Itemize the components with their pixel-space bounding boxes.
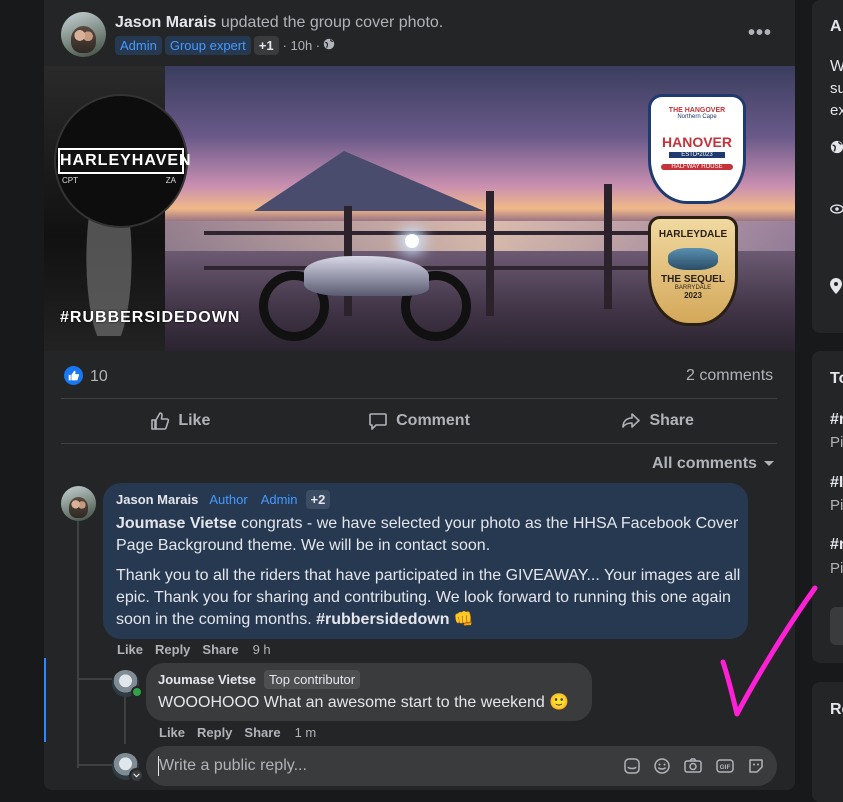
badge-more[interactable]: +1 xyxy=(253,36,279,55)
sidebar-see-all-button[interactable] xyxy=(830,607,843,645)
share-icon xyxy=(622,413,641,428)
thread-line-2 xyxy=(124,696,126,744)
share-button[interactable]: Share xyxy=(538,399,777,443)
sidebar-about-line1: W xyxy=(830,58,843,75)
sidebar-about-line3: ex xyxy=(830,102,843,119)
comment-author-avatar[interactable] xyxy=(61,486,96,521)
comment-2-author[interactable]: Joumase Vietse xyxy=(158,672,256,687)
caret-down-icon xyxy=(763,461,774,466)
eye-icon xyxy=(830,202,843,221)
sidebar-recent-title: Re xyxy=(830,701,843,718)
cover-photo[interactable]: HARLEYHAVEN CPT ZA #RUBBERSIDEDOWN THE HA… xyxy=(44,66,795,351)
comment-sort-label: All comments xyxy=(652,455,757,472)
online-status-dot xyxy=(131,686,143,698)
hanover-logo: THE HANGOVER Northern Cape HANOVER ESTD•… xyxy=(648,94,746,204)
sidebar-about-line2: su xyxy=(830,80,843,97)
thread-line xyxy=(77,520,79,768)
comment-2-like[interactable]: Like xyxy=(159,725,185,740)
harleydale-logo: HARLEYDALE THE SEQUEL BARRYDALE 2023 xyxy=(648,216,738,326)
hashtag-link[interactable]: #rubbersidedown xyxy=(316,611,449,628)
post-header: Jason Marais updated the group cover pho… xyxy=(115,14,443,32)
comment-1-reply[interactable]: Reply xyxy=(155,642,190,657)
comment-2-body: WOOOHOOO What an awesome start to the we… xyxy=(158,694,550,711)
harleyhaven-logo-sub: CPT ZA xyxy=(62,176,176,185)
globe-icon xyxy=(830,140,843,159)
comment-2-time[interactable]: 1 m xyxy=(295,725,317,740)
sidebar-topic-1-sub: Pi xyxy=(830,434,843,451)
comment-1-share[interactable]: Share xyxy=(202,642,238,657)
mention-link[interactable]: Joumase Vietse xyxy=(116,515,237,532)
smile-emoji: 🙂 xyxy=(549,694,570,711)
comment-1-like[interactable]: Like xyxy=(117,642,143,657)
sidebar-topic-1[interactable]: #r xyxy=(830,411,843,429)
camera-icon[interactable] xyxy=(683,757,703,775)
thumbs-up-icon xyxy=(151,412,170,430)
like-count[interactable]: 10 xyxy=(90,368,108,386)
author-name[interactable]: Jason Marais xyxy=(115,14,216,31)
location-pin-icon xyxy=(830,278,842,299)
comment-1-header: Jason Marais Author Admin +2 xyxy=(116,490,331,509)
comment-2-header: Joumase Vietse Top contributor xyxy=(158,670,361,689)
avatar-sticker-icon[interactable] xyxy=(623,757,641,775)
sidebar-topic-3[interactable]: #r xyxy=(830,536,843,554)
thread-branch xyxy=(77,678,112,680)
like-button-label: Like xyxy=(178,412,211,429)
harleyhaven-logo-text: HARLEYHAVEN xyxy=(58,148,191,174)
new-reply-indicator xyxy=(44,658,46,742)
badge-admin[interactable]: Admin xyxy=(115,36,162,55)
badge-admin-2[interactable]: Admin xyxy=(255,490,303,509)
sticker-icon[interactable] xyxy=(747,757,765,775)
post-action-text: updated the group cover photo. xyxy=(220,14,444,31)
post-actions-bar: Like Comment Share xyxy=(61,398,777,444)
badge-group-expert[interactable]: Group expert xyxy=(164,36,251,55)
cover-hashtag: #RUBBERSIDEDOWN xyxy=(60,309,241,326)
badge-more-2[interactable]: +2 xyxy=(305,490,331,509)
author-badges: Admin Group expert +1 · 10h · xyxy=(115,36,335,55)
comment-2-actions: Like Reply Share 1 m xyxy=(159,725,316,740)
post-time[interactable]: · 10h · xyxy=(283,38,321,53)
profile-switch-icon[interactable] xyxy=(129,768,144,783)
svg-text:GIF: GIF xyxy=(720,764,731,771)
sidebar-topic-2-sub: Pi xyxy=(830,497,843,514)
author-avatar[interactable] xyxy=(61,12,106,57)
sidebar-about-title: A xyxy=(830,18,842,35)
comment-2-reply[interactable]: Reply xyxy=(197,725,232,740)
sidebar-topic-2[interactable]: #I xyxy=(830,474,843,492)
comment-button-label: Comment xyxy=(396,412,470,429)
comment-1-time[interactable]: 9 h xyxy=(253,642,271,657)
comment-count[interactable]: 2 comments xyxy=(686,367,773,385)
like-reaction-icon[interactable] xyxy=(64,366,83,385)
badge-top-contributor[interactable]: Top contributor xyxy=(264,670,361,689)
comment-1-author[interactable]: Jason Marais xyxy=(116,492,198,507)
reply-tools: GIF xyxy=(623,757,765,775)
like-button[interactable]: Like xyxy=(61,399,300,443)
comment-icon xyxy=(369,413,387,430)
sidebar-topics-title: To xyxy=(830,370,843,387)
reply-placeholder: Write a public reply... xyxy=(159,757,307,774)
sidebar-topic-3-sub: Pi xyxy=(830,560,843,577)
comment-2-text: WOOOHOOO What an awesome start to the we… xyxy=(158,692,569,712)
globe-privacy-icon xyxy=(323,37,335,55)
reply-input[interactable]: Write a public reply... GIF xyxy=(146,746,777,786)
motorcycle-image xyxy=(259,216,474,341)
fist-emoji: 👊 xyxy=(453,611,474,628)
emoji-icon[interactable] xyxy=(653,757,671,775)
comment-button[interactable]: Comment xyxy=(300,399,539,443)
share-button-label: Share xyxy=(649,412,694,429)
gif-icon[interactable]: GIF xyxy=(715,757,735,775)
checkmark-annotation xyxy=(720,585,818,717)
comment-sort-dropdown[interactable]: All comments xyxy=(652,455,775,473)
comment-1-text: Joumase Vietse congrats - we have select… xyxy=(116,513,741,631)
thread-branch-2 xyxy=(77,764,112,766)
comment-1-actions: Like Reply Share 9 h xyxy=(117,642,271,657)
badge-author[interactable]: Author xyxy=(204,490,253,509)
more-options-icon[interactable]: ••• xyxy=(748,22,772,45)
comment-2-share[interactable]: Share xyxy=(244,725,280,740)
